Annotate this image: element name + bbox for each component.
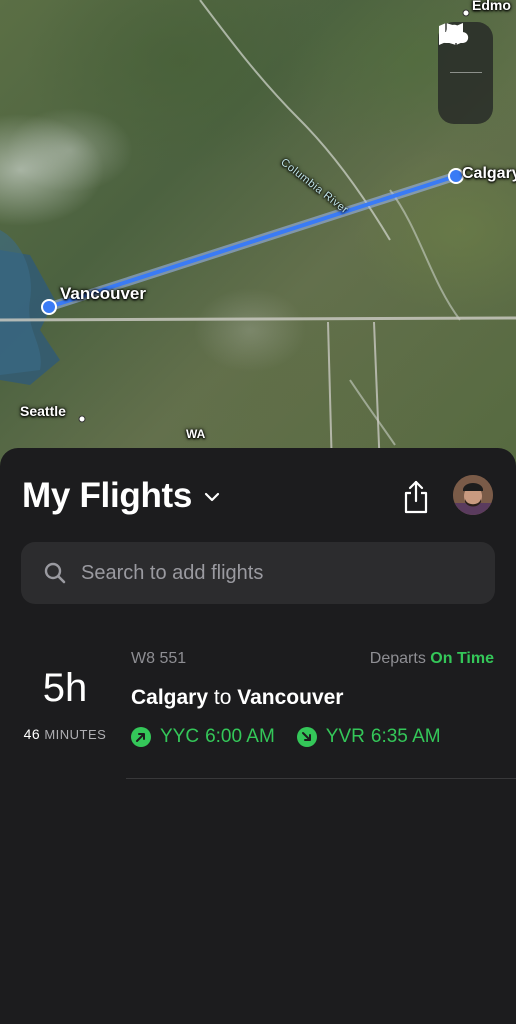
flights-sheet: My Flights 5: [0, 448, 516, 1024]
page-title[interactable]: My Flights: [22, 476, 192, 516]
chevron-down-icon[interactable]: [204, 489, 220, 507]
duration-minutes: 46 MINUTES: [0, 726, 130, 742]
departure-arrow-icon: [131, 727, 151, 747]
flight-times: YYC 6:00 AM YVR 6:35 AM: [131, 726, 441, 748]
flight-route: Calgary to Vancouver: [131, 686, 343, 710]
destination-code: YVR: [325, 726, 365, 747]
share-button[interactable]: [400, 478, 432, 516]
map-label-calgary: Calgary: [462, 165, 516, 182]
list-divider: [126, 778, 516, 779]
header: My Flights: [22, 476, 220, 516]
map-label-seattle: Seattle: [20, 403, 66, 419]
arrival-time: 6:35 AM: [370, 726, 441, 747]
map-controls: [438, 22, 493, 124]
search-bar[interactable]: [21, 542, 495, 604]
status-badge: On Time: [430, 650, 494, 667]
status-prefix: Departs: [369, 650, 426, 667]
seattle-marker: [78, 415, 86, 423]
flight-status: Departs On Time: [370, 650, 494, 668]
departure-time: 6:00 AM: [205, 726, 275, 747]
edmonton-marker: [462, 9, 470, 17]
flight-card[interactable]: 5h 46 MINUTES W8 551 Departs On Time Cal…: [0, 638, 516, 780]
map-label-vancouver: Vancouver: [60, 284, 146, 303]
arrival-arrow-icon: [296, 727, 317, 747]
route-connector: to: [213, 686, 232, 709]
search-icon: [43, 561, 67, 585]
search-input[interactable]: [79, 560, 463, 586]
vancouver-marker: [41, 299, 57, 315]
origin-city: Calgary: [131, 686, 209, 709]
avatar[interactable]: [453, 475, 493, 515]
destination-city: Vancouver: [237, 686, 344, 709]
duration-minutes-unit: MINUTES: [44, 727, 107, 742]
duration-hours: 5h: [42, 666, 88, 710]
share-icon: [404, 480, 428, 514]
flight-number: W8 551: [131, 650, 187, 667]
map-view[interactable]: Vancouver Calgary Seattle Edmo WA Columb…: [0, 0, 516, 470]
avatar-image: [453, 475, 493, 515]
map-label-edmonton: Edmo: [472, 0, 511, 13]
weather-button[interactable]: [438, 24, 493, 123]
calgary-marker: [448, 168, 464, 184]
cloud-icon: [439, 24, 469, 43]
duration-minutes-value: 46: [23, 726, 41, 742]
origin-code: YYC: [160, 726, 200, 747]
map-label-wa: WA: [186, 427, 206, 441]
